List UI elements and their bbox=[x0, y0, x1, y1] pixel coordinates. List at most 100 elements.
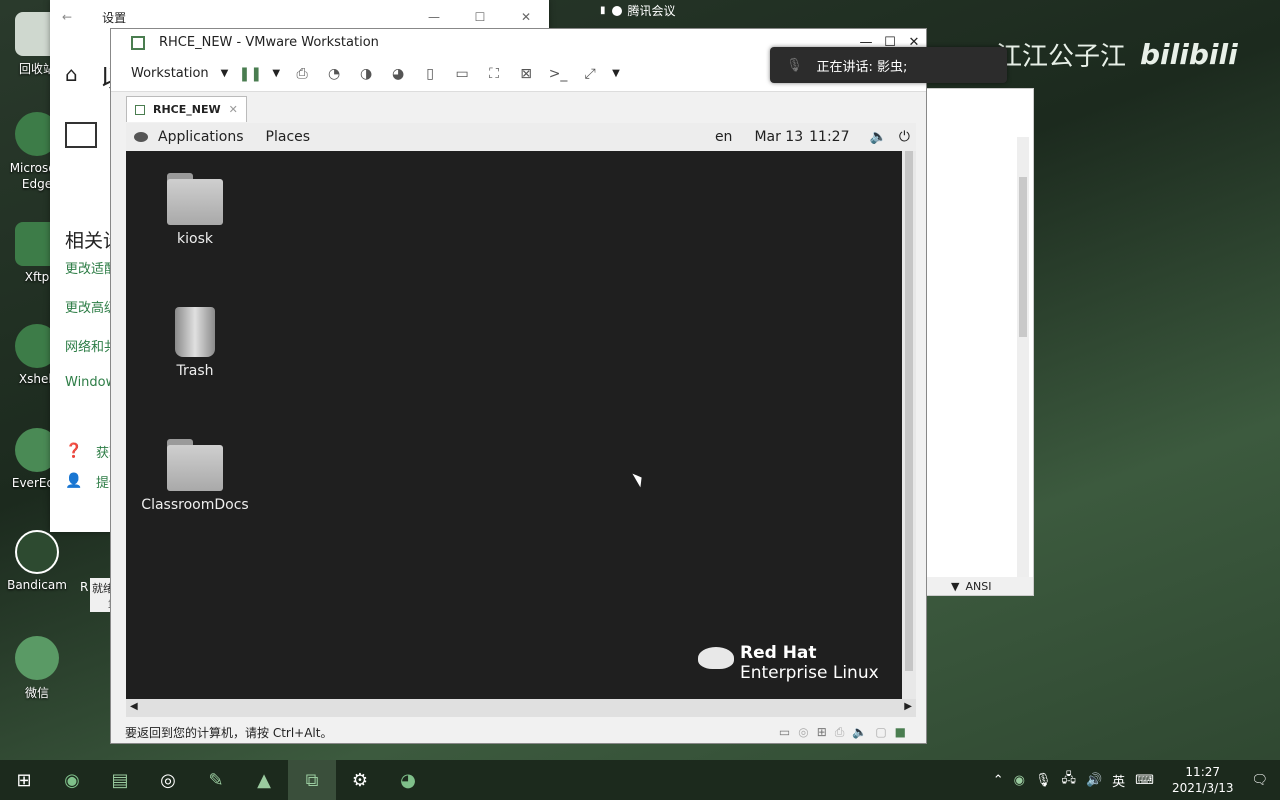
vmware-icon: ⧉ bbox=[305, 769, 319, 791]
desktop-item-kiosk[interactable]: kiosk bbox=[140, 173, 250, 247]
watermark-text: 江江公子江 bbox=[996, 42, 1127, 72]
photos-icon: ▲ bbox=[257, 769, 271, 791]
taskbar-vmware[interactable]: ⧉ bbox=[288, 760, 336, 800]
hdd-icon: ▭ bbox=[778, 725, 791, 739]
microphone-icon[interactable]: 🎙 bbox=[1035, 773, 1052, 788]
gnome-top-bar: Applications Places en Mar 13 11:27 🔈 ⏻ bbox=[126, 123, 916, 151]
back-icon[interactable]: ← bbox=[62, 10, 72, 24]
vm-tab-bar: RHCE_NEW ✕ bbox=[111, 92, 926, 122]
help-icon: ❓ bbox=[65, 443, 83, 459]
close-icon[interactable]: ✕ bbox=[229, 103, 238, 116]
power-icon[interactable]: ⏻ bbox=[899, 129, 910, 145]
icon-label: kiosk bbox=[177, 231, 213, 247]
taskbar-photos[interactable]: ▲ bbox=[240, 760, 288, 800]
ime-indicator[interactable]: 英 bbox=[1112, 771, 1125, 790]
icon-label: 微信 bbox=[24, 686, 49, 700]
notification-icon[interactable]: 🗨 bbox=[1251, 773, 1268, 788]
bandicam-icon: ◎ bbox=[160, 769, 176, 791]
notepad-window[interactable]: ▼ ANSI bbox=[926, 88, 1034, 596]
keyboard-icon[interactable]: ⌨ bbox=[1135, 773, 1154, 788]
redhat-menu-icon bbox=[134, 132, 148, 142]
icon-label: ClassroomDocs bbox=[141, 497, 249, 513]
start-button[interactable]: ⊞ bbox=[0, 760, 48, 800]
taskbar-file-explorer[interactable]: ▤ bbox=[96, 760, 144, 800]
clock-date[interactable]: Mar 13 bbox=[754, 129, 803, 145]
bandicam-icon bbox=[15, 530, 59, 574]
snapshot-icon[interactable]: ◔ bbox=[324, 64, 344, 84]
revert-snapshot-icon[interactable]: ◑ bbox=[356, 64, 376, 84]
sidebar-icon[interactable]: ▯ bbox=[420, 64, 440, 84]
desktop-icon-wechat[interactable]: 微信 bbox=[2, 636, 72, 701]
chevron-down-icon[interactable]: ▼ bbox=[612, 68, 620, 79]
home-icon[interactable]: ⌂ bbox=[65, 62, 78, 86]
vmware-window[interactable]: RHCE_NEW - VMware Workstation — ☐ ✕ Work… bbox=[110, 28, 927, 744]
notepad-statusbar: ▼ ANSI bbox=[927, 577, 1033, 595]
display-icon: ▢ bbox=[875, 725, 887, 739]
pause-icon[interactable]: ❚❚ bbox=[239, 64, 262, 84]
input-language[interactable]: en bbox=[715, 129, 733, 145]
brand-line-1: Red Hat bbox=[740, 643, 817, 663]
bilibili-logo: bilibili bbox=[1140, 38, 1238, 71]
taskbar-bandicam[interactable]: ◎ bbox=[144, 760, 192, 800]
clock-time[interactable]: 11:27 bbox=[809, 129, 849, 145]
speaking-label: 正在讲话: 影虫; bbox=[816, 59, 908, 75]
encoding-label: ANSI bbox=[965, 579, 992, 593]
message-icon: ■ bbox=[894, 725, 906, 739]
chevron-right-icon[interactable]: ▶ bbox=[904, 701, 912, 712]
trash-icon bbox=[175, 307, 215, 357]
meeting-app-title[interactable]: ▮ 腾讯会议 bbox=[600, 2, 676, 19]
applications-menu[interactable]: Applications bbox=[158, 129, 244, 145]
everedit-icon: ✎ bbox=[208, 769, 224, 791]
taskbar-settings[interactable]: ⚙ bbox=[336, 760, 384, 800]
clock-date: 2021/3/13 bbox=[1171, 781, 1234, 795]
chevron-up-icon[interactable]: ⌃ bbox=[993, 773, 1004, 788]
guest-hscrollbar[interactable]: ◀ ▶ bbox=[126, 699, 916, 717]
workstation-menu[interactable]: Workstation bbox=[131, 66, 209, 81]
brand-line-2: Enterprise Linux bbox=[740, 663, 879, 683]
guest-display[interactable]: Applications Places en Mar 13 11:27 🔈 ⏻ … bbox=[126, 123, 916, 717]
desktop-icon-bandicam[interactable]: Bandicam bbox=[2, 530, 72, 592]
snapshot-manager-icon[interactable]: ◕ bbox=[388, 64, 408, 84]
chevron-left-icon[interactable]: ◀ bbox=[130, 701, 138, 712]
places-menu[interactable]: Places bbox=[266, 129, 311, 145]
video-icon bbox=[611, 5, 622, 16]
minimize-icon[interactable]: — bbox=[411, 10, 457, 24]
notepad-scrollbar[interactable] bbox=[1017, 137, 1029, 589]
taskbar-everedit[interactable]: ✎ bbox=[192, 760, 240, 800]
vmware-logo-icon bbox=[131, 35, 145, 50]
maximize-icon[interactable]: ☐ bbox=[457, 10, 503, 24]
console-icon[interactable]: >_ bbox=[548, 64, 568, 84]
volume-icon[interactable]: 🔈 bbox=[869, 129, 886, 145]
close-icon[interactable]: ✕ bbox=[503, 10, 549, 24]
meeting-speaker-bubble[interactable]: 🎙 正在讲话: 影虫; bbox=[770, 47, 1007, 83]
status-message: 要返回到您的计算机，请按 Ctrl+Alt。 bbox=[125, 725, 333, 740]
network-icon[interactable]: 🖧 bbox=[1061, 769, 1076, 791]
meeting-app-label: 腾讯会议 bbox=[627, 4, 676, 18]
stretch-icon[interactable]: ⤢ bbox=[580, 64, 600, 84]
fullscreen-icon[interactable]: ⛶ bbox=[484, 64, 504, 84]
meeting-tray-icon[interactable]: ◉ bbox=[1014, 773, 1025, 788]
redhat-hat-icon bbox=[698, 647, 734, 669]
clock[interactable]: 11:27 2021/3/13 bbox=[1172, 764, 1234, 796]
wechat-icon bbox=[15, 636, 59, 680]
tab-rhce-new[interactable]: RHCE_NEW ✕ bbox=[126, 96, 247, 122]
unity-icon[interactable]: ⊠ bbox=[516, 64, 536, 84]
guest-scrollbar[interactable] bbox=[902, 151, 916, 699]
taskbar-xshell[interactable]: ◕ bbox=[384, 760, 432, 800]
printer-icon: ⎙ bbox=[834, 724, 845, 739]
system-tray: ⌃ ◉ 🎙 🖧 🔊 英 ⌨ 11:27 2021/3/13 🗨 bbox=[993, 760, 1280, 800]
chevron-down-icon[interactable]: ▼ bbox=[272, 68, 280, 79]
watermark: 江江公子江 bilibili bbox=[996, 36, 1238, 73]
desktop-item-trash[interactable]: Trash bbox=[140, 307, 250, 379]
sound-icon: 🔈 bbox=[852, 725, 868, 739]
settings-title: 设置 bbox=[102, 10, 127, 25]
chevron-down-icon[interactable]: ▼ bbox=[221, 68, 229, 79]
vmware-statusbar: 要返回到您的计算机，请按 Ctrl+Alt。 ▭ ◎ ⊞ ⎙ 🔈 ▢ ■ bbox=[111, 721, 926, 743]
volume-icon[interactable]: 🔊 bbox=[1086, 773, 1102, 788]
thumbnail-icon[interactable]: ▭ bbox=[452, 64, 472, 84]
scroll-thumb[interactable] bbox=[1019, 177, 1027, 337]
send-ctrl-alt-del-icon[interactable]: ⎙ bbox=[292, 64, 312, 84]
scroll-thumb[interactable] bbox=[905, 151, 913, 671]
taskbar-edge[interactable]: ◉ bbox=[48, 760, 96, 800]
desktop-item-classroomdocs[interactable]: ClassroomDocs bbox=[140, 439, 250, 513]
